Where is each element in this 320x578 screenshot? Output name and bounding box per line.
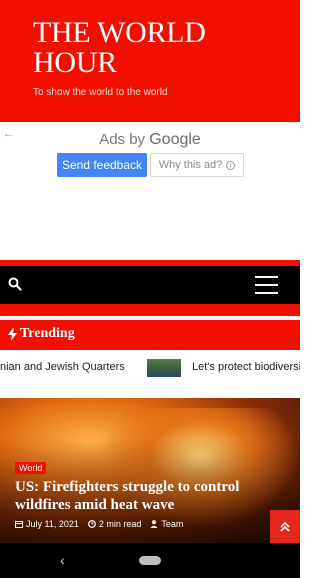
trending-bar: Trending [0, 320, 300, 350]
article-meta: July 11, 2021 2 min read Team [15, 519, 183, 529]
system-back-icon[interactable]: ‹ [60, 552, 65, 568]
scroll-to-top-button[interactable] [270, 510, 300, 543]
trending-ticker: nian and Jewish Quarters Let's protect b… [0, 354, 300, 382]
site-tagline: To show the world to the world [33, 87, 168, 98]
hamburger-menu-icon[interactable] [255, 276, 279, 294]
search-icon[interactable] [8, 277, 24, 293]
trending-label: Trending [20, 326, 75, 341]
why-this-ad-label: Why this ad? [158, 159, 223, 171]
bolt-icon [8, 327, 17, 341]
ad-banner: ← Ads by Google Send feedback Why this a… [0, 122, 300, 260]
article-author[interactable]: Team [161, 519, 183, 529]
calendar-icon [15, 521, 23, 528]
double-chevron-up-icon [280, 521, 290, 532]
nav-bottom-strip [0, 304, 300, 316]
info-icon: i [226, 160, 236, 170]
user-icon [150, 520, 158, 528]
send-feedback-button[interactable]: Send feedback [57, 153, 147, 177]
featured-title[interactable]: US: Firefighters struggle to control wil… [15, 478, 255, 514]
site-title[interactable]: THE WORLD HOUR [33, 18, 283, 78]
system-navigation-bar: ‹ [0, 543, 300, 578]
clock-icon [87, 520, 96, 528]
article-date[interactable]: July 11, 2021 [26, 519, 79, 529]
system-home-pill[interactable] [139, 556, 161, 565]
google-wordmark: Google [149, 131, 201, 148]
site-header: THE WORLD HOUR To show the world to the … [0, 0, 300, 122]
ticker-thumbnail[interactable] [147, 359, 181, 377]
trending-heading: Trending [8, 326, 75, 342]
category-badge[interactable]: World [15, 462, 47, 474]
ads-by-google-label: Ads by Google [0, 131, 300, 149]
ads-by-text: Ads by [99, 131, 146, 148]
main-nav-bar [0, 266, 300, 304]
ticker-item[interactable]: nian and Jewish Quarters [0, 361, 125, 373]
why-this-ad-button[interactable]: Why this ad? i [150, 153, 244, 177]
read-time: 2 min read [98, 519, 142, 529]
featured-article[interactable]: World US: Firefighters struggle to contr… [0, 398, 300, 543]
ticker-item[interactable]: Let's protect biodiversit [192, 361, 300, 373]
